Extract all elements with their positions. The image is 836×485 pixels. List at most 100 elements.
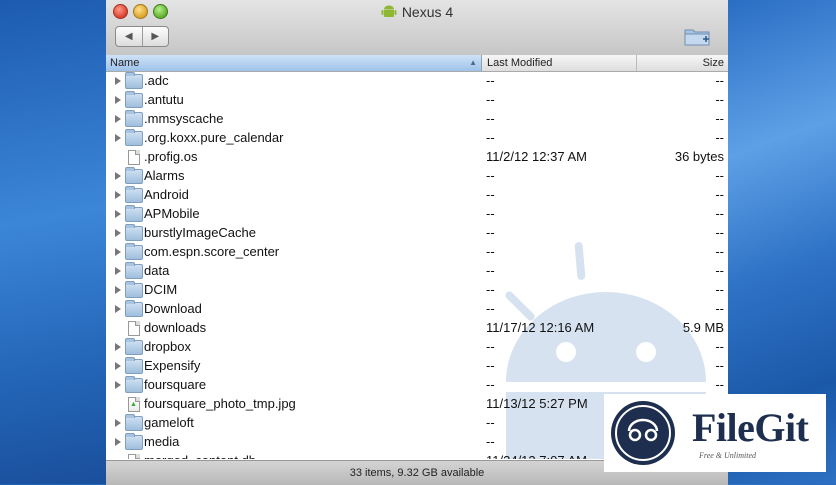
folder-row[interactable]: foursquare -- -- [106, 376, 728, 395]
folder-icon [125, 414, 143, 431]
folder-icon [125, 91, 143, 108]
disclosure-triangle-icon[interactable] [115, 248, 121, 256]
column-header-modified[interactable]: Last Modified [483, 55, 637, 71]
file-modified: -- [486, 301, 495, 316]
window-title-container: Nexus 4 [106, 3, 728, 22]
folder-row[interactable]: Download -- -- [106, 300, 728, 319]
file-modified: -- [486, 358, 495, 373]
file-size: -- [715, 168, 724, 183]
sort-ascending-icon: ▲ [469, 58, 477, 67]
disclosure-triangle-icon[interactable] [115, 191, 121, 199]
forward-button[interactable]: ▶ [141, 27, 169, 46]
file-name: data [144, 263, 170, 278]
file-name: gameloft [144, 415, 194, 430]
disclosure-triangle-icon[interactable] [115, 172, 121, 180]
file-size: -- [715, 187, 724, 202]
new-folder-icon [684, 29, 710, 46]
file-name: merged_content.db [144, 453, 256, 459]
file-name: .org.koxx.pure_calendar [144, 130, 284, 145]
navigation-buttons: ◀ ▶ [115, 26, 169, 47]
file-name: .antutu [144, 92, 184, 107]
file-modified: -- [486, 434, 495, 449]
file-name: foursquare_photo_tmp.jpg [144, 396, 296, 411]
file-modified: -- [486, 263, 495, 278]
file-modified: 11/13/12 5:27 PM [486, 396, 588, 411]
file-name: foursquare [144, 377, 207, 392]
file-name: Expensify [144, 358, 201, 373]
file-size: -- [715, 225, 724, 240]
folder-icon [125, 281, 143, 298]
file-name: .adc [144, 73, 169, 88]
disclosure-triangle-icon[interactable] [115, 267, 121, 275]
disclosure-triangle-icon[interactable] [115, 381, 121, 389]
back-button[interactable]: ◀ [116, 27, 142, 46]
file-modified: -- [486, 206, 495, 221]
file-name: Alarms [144, 168, 185, 183]
chevron-left-icon: ◀ [124, 31, 133, 42]
file-name: dropbox [144, 339, 191, 354]
column-header-name[interactable]: Name ▲ [106, 55, 482, 71]
filegit-tagline: Free & Unlimited [699, 451, 757, 460]
disclosure-triangle-icon[interactable] [115, 438, 121, 446]
file-name: com.espn.score_center [144, 244, 280, 259]
disclosure-triangle-icon[interactable] [115, 229, 121, 237]
file-modified: -- [486, 187, 495, 202]
folder-row[interactable]: com.espn.score_center -- -- [106, 243, 728, 262]
file-size: -- [715, 73, 724, 88]
document-icon [128, 454, 140, 459]
folder-row[interactable]: APMobile -- -- [106, 205, 728, 224]
column-header-size-label: Size [702, 57, 724, 69]
disclosure-triangle-icon[interactable] [115, 115, 121, 123]
folder-row[interactable]: Expensify -- -- [106, 357, 728, 376]
filegit-logo-icon [611, 401, 675, 465]
folder-icon [125, 338, 143, 355]
folder-row[interactable]: dropbox -- -- [106, 338, 728, 357]
window-title: Nexus 4 [401, 4, 454, 20]
file-size: -- [715, 244, 724, 259]
folder-row[interactable]: Android -- -- [106, 186, 728, 205]
column-header-size[interactable]: Size [638, 55, 724, 71]
new-folder-button[interactable] [682, 24, 712, 48]
file-modified: -- [486, 282, 495, 297]
folder-row[interactable]: .mmsyscache -- -- [106, 110, 728, 129]
folder-row[interactable]: .org.koxx.pure_calendar -- -- [106, 129, 728, 148]
disclosure-triangle-icon[interactable] [115, 362, 121, 370]
folder-icon [125, 300, 143, 317]
disclosure-triangle-icon[interactable] [115, 419, 121, 427]
disclosure-triangle-icon[interactable] [115, 286, 121, 294]
folder-row[interactable]: .antutu -- -- [106, 91, 728, 110]
file-size: -- [715, 282, 724, 297]
disclosure-triangle-icon[interactable] [115, 134, 121, 142]
folder-row[interactable]: burstlyImageCache -- -- [106, 224, 728, 243]
file-name: downloads [144, 320, 207, 335]
folder-icon [125, 243, 143, 260]
folder-row[interactable]: DCIM -- -- [106, 281, 728, 300]
document-icon [128, 321, 140, 336]
folder-row[interactable]: data -- -- [106, 262, 728, 281]
column-header-modified-label: Last Modified [487, 57, 553, 69]
file-name: DCIM [144, 282, 178, 297]
file-size: -- [715, 301, 724, 316]
disclosure-triangle-icon[interactable] [115, 210, 121, 218]
file-row[interactable]: downloads 11/17/12 12:16 AM 5.9 MB [106, 319, 728, 338]
file-size: -- [715, 130, 724, 145]
file-size: -- [715, 111, 724, 126]
disclosure-triangle-icon[interactable] [115, 343, 121, 351]
column-header-name-label: Name [110, 57, 140, 69]
folder-icon [125, 72, 143, 89]
file-modified: -- [486, 225, 495, 240]
file-modified: 11/2/12 12:37 AM [486, 149, 587, 164]
disclosure-triangle-icon[interactable] [115, 77, 121, 85]
disclosure-triangle-icon[interactable] [115, 305, 121, 313]
folder-row[interactable]: .adc -- -- [106, 72, 728, 91]
title-bar[interactable]: Nexus 4 ◀ ▶ [106, 0, 728, 56]
file-size: -- [715, 339, 724, 354]
file-modified: -- [486, 92, 495, 107]
file-row[interactable]: .profig.os 11/2/12 12:37 AM 36 bytes [106, 148, 728, 167]
folder-icon [125, 110, 143, 127]
disclosure-triangle-icon[interactable] [115, 96, 121, 104]
file-size: -- [715, 92, 724, 107]
folder-icon [125, 129, 143, 146]
file-modified: -- [486, 415, 495, 430]
folder-row[interactable]: Alarms -- -- [106, 167, 728, 186]
